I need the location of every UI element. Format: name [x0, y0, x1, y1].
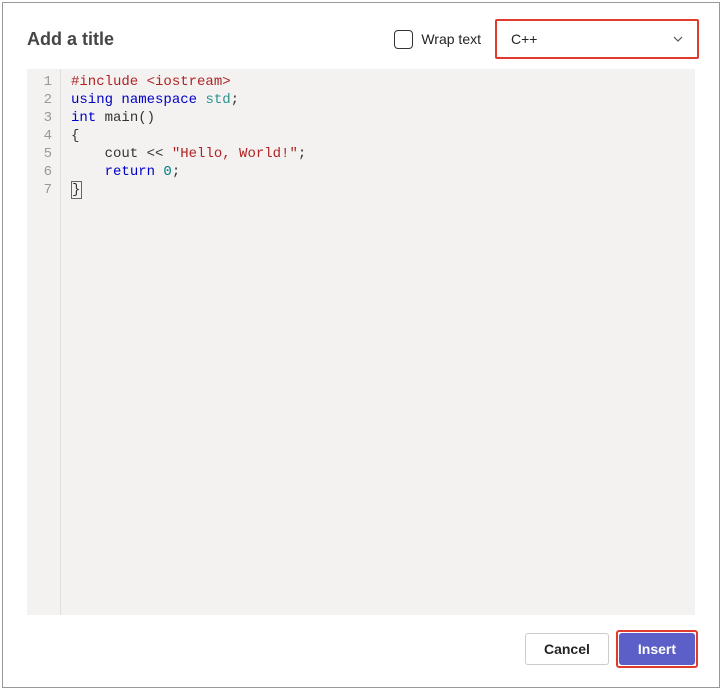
code-token: "Hello, World!"	[172, 146, 298, 162]
language-select-value: C++	[511, 31, 537, 47]
code-token: <iostream>	[147, 74, 231, 90]
code-line[interactable]: return 0;	[71, 163, 685, 181]
code-line[interactable]: using namespace std;	[71, 91, 685, 109]
code-token: <<	[147, 146, 172, 162]
code-token: return	[105, 164, 164, 180]
wrap-text-checkbox[interactable]	[394, 30, 413, 49]
code-body[interactable]: #include <iostream>using namespace std;i…	[61, 69, 695, 615]
line-number: 4	[37, 127, 52, 145]
code-line[interactable]: }	[71, 181, 685, 199]
code-token: 0	[163, 164, 171, 180]
line-number: 2	[37, 91, 52, 109]
dialog-footer: Cancel Insert	[3, 633, 719, 687]
code-line[interactable]: #include <iostream>	[71, 73, 685, 91]
code-token: ;	[172, 164, 180, 180]
code-line[interactable]: cout << "Hello, World!";	[71, 145, 685, 163]
wrap-text-group: Wrap text	[394, 30, 481, 49]
code-token: #include	[71, 74, 147, 90]
code-token	[71, 164, 105, 180]
code-snippet-dialog: Wrap text C++ 1234567 #include <iostream…	[2, 2, 720, 688]
insert-button[interactable]: Insert	[619, 633, 695, 665]
chevron-down-icon	[671, 32, 685, 46]
code-token: ;	[298, 146, 306, 162]
line-number: 6	[37, 163, 52, 181]
code-token: main	[105, 110, 139, 126]
code-token: int	[71, 110, 105, 126]
line-number: 3	[37, 109, 52, 127]
code-token: cout	[71, 146, 147, 162]
insert-button-label: Insert	[638, 641, 676, 657]
line-number-gutter: 1234567	[27, 69, 61, 615]
code-token: {	[71, 128, 79, 144]
code-line[interactable]: {	[71, 127, 685, 145]
title-input[interactable]	[27, 29, 382, 50]
wrap-text-label: Wrap text	[421, 31, 481, 47]
dialog-header: Wrap text C++	[3, 3, 719, 65]
line-number: 5	[37, 145, 52, 163]
language-select[interactable]: C++	[499, 23, 695, 55]
line-number: 1	[37, 73, 52, 91]
code-token: ()	[138, 110, 155, 126]
code-editor[interactable]: 1234567 #include <iostream>using namespa…	[27, 69, 695, 615]
code-token: using	[71, 92, 121, 108]
cancel-button[interactable]: Cancel	[525, 633, 609, 665]
line-number: 7	[37, 181, 52, 199]
code-line[interactable]: int main()	[71, 109, 685, 127]
code-token: std	[205, 92, 230, 108]
code-token: namespace	[121, 92, 205, 108]
code-token: ;	[231, 92, 239, 108]
cursor-position: }	[71, 181, 82, 199]
